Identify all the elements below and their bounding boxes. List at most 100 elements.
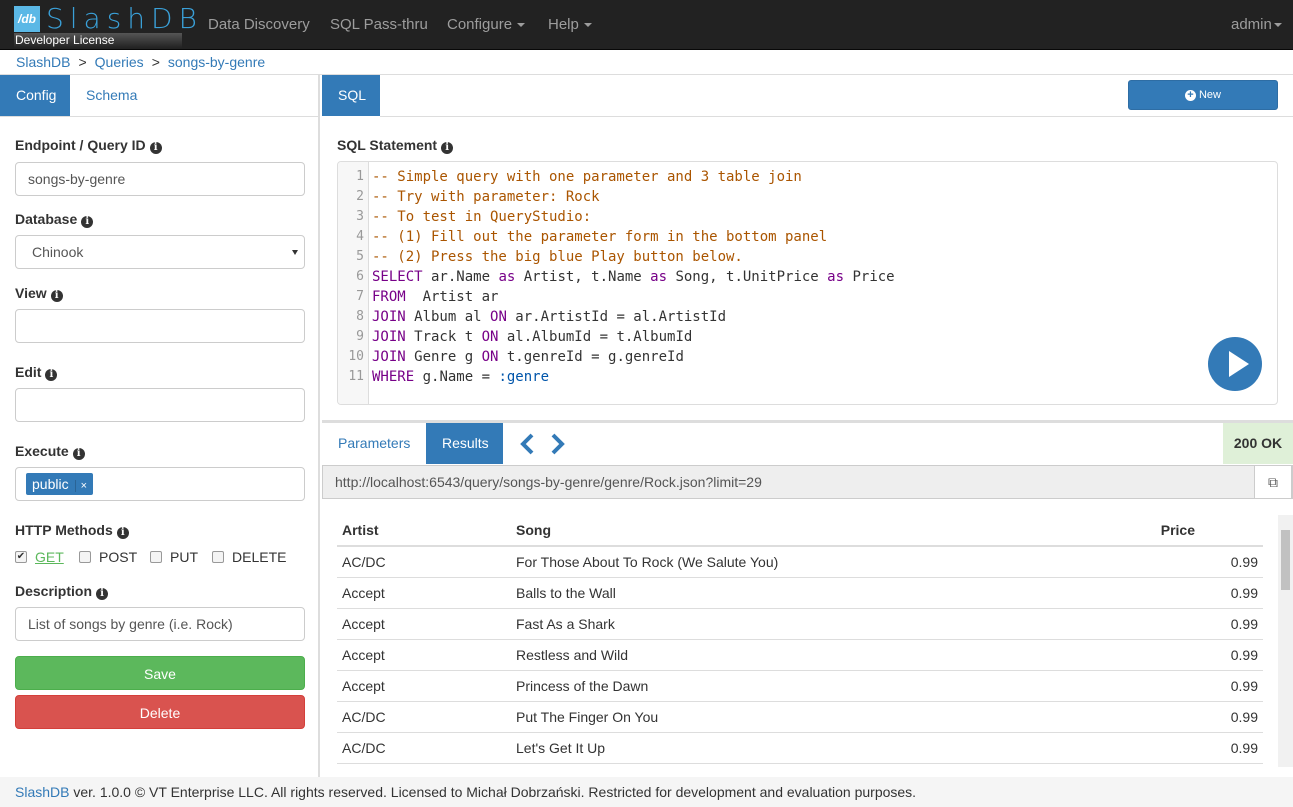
- breadcrumb-slashdb[interactable]: SlashDB: [16, 54, 70, 70]
- method-post-label: POST: [99, 549, 138, 565]
- header-price[interactable]: Price: [1161, 515, 1195, 546]
- nav-sql-pass-thru[interactable]: SQL Pass-thru: [330, 0, 428, 50]
- tab-sql[interactable]: SQL: [322, 75, 380, 116]
- code-token: -- (1) Fill out the parameter form in th…: [372, 229, 828, 245]
- nav-configure[interactable]: Configure: [447, 0, 526, 50]
- line-number: 11: [348, 369, 364, 384]
- line-number: 4: [356, 229, 364, 244]
- code-token: -- Simple query with one parameter and 3…: [372, 169, 802, 185]
- info-icon[interactable]: i: [441, 142, 454, 154]
- results-scrollbar[interactable]: [1278, 515, 1293, 767]
- method-delete-label: DELETE: [232, 549, 287, 565]
- tab-parameters[interactable]: Parameters: [322, 423, 426, 464]
- sql-editor[interactable]: 1 -- Simple query with one parameter and …: [337, 161, 1278, 405]
- chevron-left-icon[interactable]: [520, 433, 534, 455]
- cell-price: 0.99: [1230, 709, 1258, 725]
- breadcrumb-separator: >: [78, 54, 87, 70]
- nav-help[interactable]: Help: [548, 0, 592, 50]
- divider: [380, 116, 1293, 117]
- cell-song: Let's Get It Up: [516, 740, 606, 756]
- code-token: as: [827, 269, 845, 285]
- user-name: admin: [1231, 16, 1272, 33]
- database-select[interactable]: Chinook: [15, 235, 305, 269]
- code-line: JOIN Album al ON ar.ArtistId = al.Artist…: [372, 307, 726, 327]
- footer-text: ver. 1.0.0 © VT Enterprise LLC. All righ…: [69, 784, 917, 800]
- table-row[interactable]: AC/DC Put The Finger On You 0.99: [337, 702, 1263, 733]
- header-artist[interactable]: Artist: [342, 515, 379, 546]
- breadcrumb-queries[interactable]: Queries: [95, 54, 144, 70]
- footer-brand-link[interactable]: SlashDB: [15, 784, 69, 800]
- chip-label: public: [32, 476, 69, 492]
- cell-song: For Those About To Rock (We Salute You): [516, 554, 779, 570]
- method-post-checkbox[interactable]: POST: [79, 549, 137, 565]
- view-label-text: View: [15, 285, 47, 301]
- slashdb-logo[interactable]: /db SlashDB Developer License: [14, 2, 197, 48]
- code-line: -- (2) Press the big blue Play button be…: [372, 247, 743, 267]
- table-row[interactable]: Accept Princess of the Dawn 0.99: [337, 671, 1263, 702]
- method-get-checkbox[interactable]: ✔ GET: [15, 549, 64, 565]
- table-row[interactable]: Accept Balls to the Wall 0.99: [337, 578, 1263, 609]
- line-number: 6: [356, 269, 364, 284]
- tab-schema[interactable]: Schema: [70, 75, 153, 116]
- cell-price: 0.99: [1230, 647, 1258, 663]
- endpoint-input[interactable]: songs-by-genre: [15, 162, 305, 196]
- caret-down-icon: [583, 23, 592, 28]
- info-icon[interactable]: i: [81, 216, 94, 228]
- divider: [0, 116, 318, 117]
- request-url-field[interactable]: http://localhost:6543/query/songs-by-gen…: [322, 465, 1293, 499]
- table-row[interactable]: Accept Fast As a Shark 0.99: [337, 609, 1263, 640]
- code-token: Album al: [405, 309, 491, 325]
- info-icon[interactable]: i: [149, 142, 162, 154]
- sql-statement-label-text: SQL Statement: [337, 137, 438, 153]
- checkbox-icon[interactable]: [150, 551, 162, 563]
- info-icon[interactable]: i: [116, 527, 129, 539]
- new-button[interactable]: + New: [1128, 80, 1278, 110]
- code-line: WHERE g.Name = :genre: [372, 367, 549, 387]
- tab-config[interactable]: Config: [0, 75, 70, 116]
- method-delete-checkbox[interactable]: DELETE: [212, 549, 286, 565]
- nav-data-discovery[interactable]: Data Discovery: [208, 0, 310, 50]
- database-label-text: Database: [15, 211, 78, 227]
- code-token: WHERE: [372, 369, 415, 385]
- http-methods-label-text: HTTP Methods: [15, 522, 113, 538]
- code-token: ar.Name: [422, 269, 499, 285]
- info-icon[interactable]: i: [72, 448, 85, 460]
- edit-input[interactable]: [15, 388, 305, 422]
- dropdown-arrow-icon: [292, 250, 298, 255]
- cell-song: Restless and Wild: [516, 647, 629, 663]
- play-button[interactable]: [1208, 337, 1262, 391]
- header-song[interactable]: Song: [516, 515, 551, 546]
- execute-input[interactable]: public ×: [15, 467, 305, 501]
- code-token: Artist, t.Name: [515, 269, 651, 285]
- config-panel: Config Schema Endpoint / Query ID i songs…: [0, 75, 320, 777]
- code-token: Track t: [405, 329, 482, 345]
- method-put-checkbox[interactable]: PUT: [150, 549, 198, 565]
- table-header-row: Artist Song Price: [337, 515, 1263, 547]
- cell-song: Fast As a Shark: [516, 616, 615, 632]
- save-button[interactable]: Save: [15, 656, 305, 690]
- tab-results[interactable]: Results: [426, 423, 503, 464]
- remove-chip-icon[interactable]: ×: [74, 480, 88, 492]
- breadcrumb-current[interactable]: songs-by-genre: [168, 54, 265, 70]
- user-menu[interactable]: admin: [1231, 0, 1282, 50]
- code-line: FROM Artist ar: [372, 287, 498, 307]
- info-icon[interactable]: i: [45, 369, 58, 381]
- delete-button[interactable]: Delete: [15, 695, 305, 729]
- checkbox-checked-icon[interactable]: ✔: [15, 551, 27, 563]
- code-token: ar.ArtistId = al.ArtistId: [506, 309, 727, 325]
- scrollbar-thumb[interactable]: [1281, 530, 1290, 590]
- checkbox-icon[interactable]: [79, 551, 91, 563]
- info-icon[interactable]: i: [96, 588, 109, 600]
- table-row[interactable]: AC/DC Let's Get It Up 0.99: [337, 733, 1263, 764]
- table-row[interactable]: AC/DC For Those About To Rock (We Salute …: [337, 547, 1263, 578]
- chevron-right-icon[interactable]: [551, 433, 565, 455]
- method-get-label: GET: [35, 549, 64, 565]
- copy-icon[interactable]: ⧉: [1254, 465, 1292, 499]
- checkbox-icon[interactable]: [212, 551, 224, 563]
- view-input[interactable]: [15, 309, 305, 343]
- logo-mark: /db: [14, 6, 40, 32]
- description-input[interactable]: List of songs by genre (i.e. Rock): [15, 607, 305, 641]
- line-number: 5: [356, 249, 364, 264]
- info-icon[interactable]: i: [50, 290, 63, 302]
- table-row[interactable]: Accept Restless and Wild 0.99: [337, 640, 1263, 671]
